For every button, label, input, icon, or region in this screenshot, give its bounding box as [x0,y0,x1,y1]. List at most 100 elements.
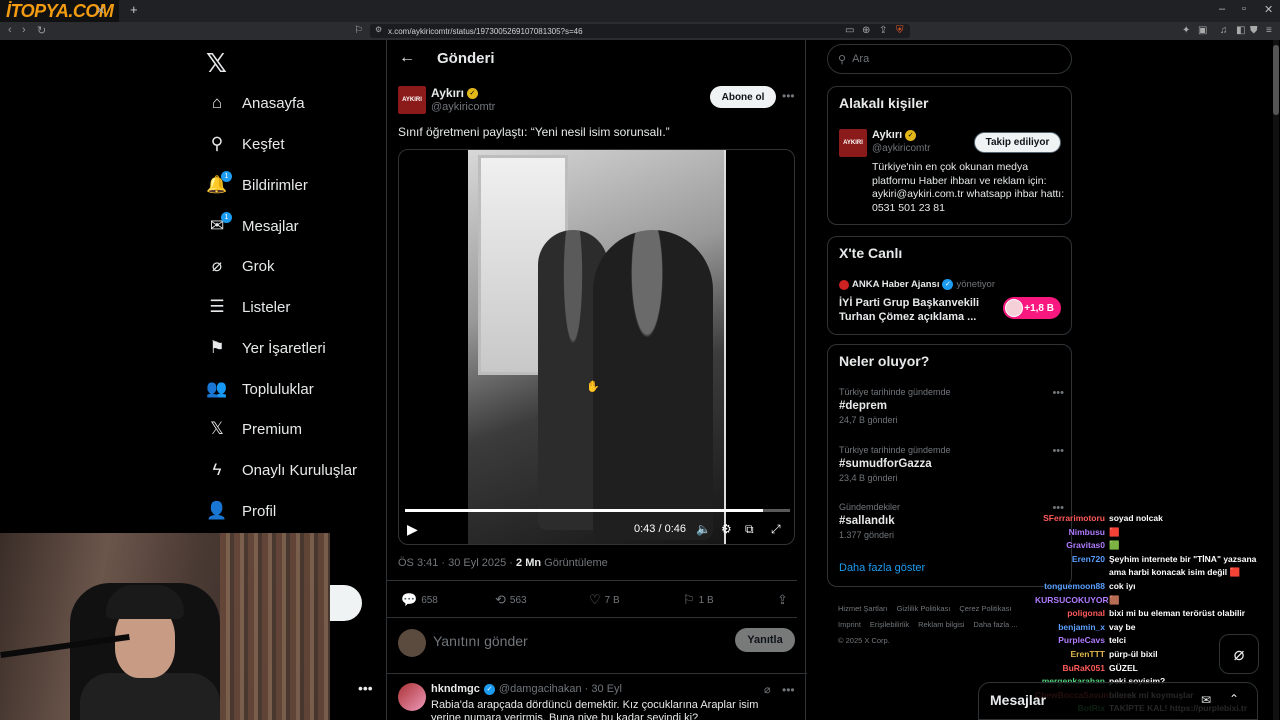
nav-item-label: Grok [242,257,275,275]
footer-link[interactable]: Erişilebilirlik [870,620,909,629]
footer-link[interactable]: Imprint [838,620,861,629]
bookmark-page-icon[interactable]: ⚐ [354,25,363,36]
tweet-text: Sınıf öğretmeni paylaştı: “Yeni nesil is… [398,125,670,139]
footer-link[interactable]: Çerez Politikası [959,604,1011,613]
bookmark-action[interactable]: ⚐ 1 B [683,592,714,608]
footer-link[interactable]: Reklam bilgisi [918,620,964,629]
fullscreen-icon[interactable]: ⤢ [771,522,781,537]
author-avatar[interactable]: AYKIRI [398,86,426,114]
minimize-icon[interactable]: – [1219,3,1225,15]
author-name[interactable]: Aykırı ✓ [431,86,478,100]
account-more-icon[interactable]: ••• [358,680,373,696]
mail-icon: ✉ 1 [206,212,232,236]
page-scrollbar[interactable] [1273,40,1279,720]
trend-item[interactable]: Türkiye tarihinde gündemde #deprem 24,7 B … [839,387,1064,425]
extensions-icon[interactable]: ✦ [1182,25,1190,36]
forward-nav-icon[interactable]: › [22,24,26,36]
share-icon[interactable]: ⇪ [879,25,887,36]
chat-text: 🟩 [1109,540,1120,551]
post-timestamp[interactable]: ÖS 3:41 · 30 Eyl 2025 · [398,557,516,569]
reply-action[interactable]: 💬 658 [401,592,438,608]
pip-icon[interactable]: ⧉ [745,522,754,537]
messages-drawer[interactable]: Mesajlar ✉ ⌃ [978,682,1258,720]
search-input[interactable] [852,53,1053,65]
comment-avatar[interactable] [398,683,426,711]
related-name[interactable]: Aykırı ✓ [872,129,917,141]
menu-icon[interactable]: ≡ [1266,25,1272,36]
author-handle[interactable]: @aykiricomtr [431,101,495,113]
nav-item-premium[interactable]: 𝕏 Premium [206,414,302,444]
settings-icon[interactable]: ⚙ [721,522,732,536]
comment-author[interactable]: hkndmgc [431,683,480,695]
trend-more-icon[interactable]: ••• [1052,387,1064,399]
related-handle[interactable]: @aykiricomtr [872,143,931,154]
video-progress-bar[interactable] [405,509,790,512]
url-bar[interactable]: ⚙ x.com/aykiricomtr/status/1973005269107… [370,24,910,38]
share-action[interactable]: ⇪ [777,592,788,608]
reload-icon[interactable]: ↻ [37,24,46,37]
site-info-icon[interactable]: ⚙ [375,25,382,34]
live-host[interactable]: ANKA Haber Ajansı ✓ yönetiyor [839,279,995,290]
nav-item-mesajlar[interactable]: ✉ 1 Mesajlar [206,211,299,241]
following-button[interactable]: Takip ediliyor [974,132,1061,153]
restore-icon[interactable]: ▫ [1242,3,1246,15]
new-message-icon[interactable]: ✉ [1201,693,1211,707]
live-headline[interactable]: İYİ Parti Grup Başkanvekili Turhan Çömez… [839,296,989,324]
new-tab-icon[interactable]: + [130,2,138,17]
nav-item-onayl-kurulu-lar[interactable]: ϟ Onaylı Kuruluşlar [206,455,358,485]
post-more-icon[interactable]: ••• [782,89,795,103]
show-more-link[interactable]: Daha fazla göster [839,562,925,574]
user-avatar[interactable] [398,629,426,657]
live-listeners-pill[interactable]: +1,8 B [1003,297,1061,319]
trend-item[interactable]: Gündemdekiler #sallandık 1.377 gönderi ••• [839,502,1064,540]
nav-item-ke-fet[interactable]: ⚲ Keşfet [206,129,285,159]
video-player[interactable]: ✋ ▶ 0:43 / 0:46 🔈 ⚙ ⧉ ⤢ [398,149,795,545]
repost-action[interactable]: ⟲ 563 [495,592,527,608]
footer-link[interactable]: Gizlilik Politikası [897,604,951,613]
reader-icon[interactable]: ▭ [845,25,854,36]
back-nav-icon[interactable]: ‹ [8,24,12,36]
x-logo-icon[interactable]: 𝕏 [206,48,227,79]
chat-username: Gravitas0 [1066,540,1105,551]
nav-item-topluluklar[interactable]: 👥 Topluluklar [206,374,313,404]
volume-icon[interactable]: 🔈 [696,522,711,536]
split-icon[interactable]: ◧ [1236,25,1245,36]
search-box[interactable]: ⚲ [827,44,1072,74]
nav-item-yer-i-aretleri[interactable]: ⚑ Yer İşaretleri [206,333,325,363]
post-button[interactable] [330,585,362,621]
grok-button[interactable]: ⌀ [1219,634,1259,674]
media-icon[interactable]: ♫ [1220,25,1228,36]
trend-item[interactable]: Türkiye tarihinde gündemde #sumudforGazza… [839,445,1064,483]
chat-message: PurpleCavs telci [1035,635,1126,645]
expand-icon[interactable]: ⌃ [1229,692,1239,706]
views-label: Görüntüleme [544,557,608,569]
nav-item-grok[interactable]: ⌀ Grok [206,251,275,281]
related-avatar[interactable]: AYKIRI [839,129,867,157]
subscribe-button[interactable]: Abone ol [710,86,776,108]
footer-link[interactable]: Hizmet Şartları [838,604,888,613]
copyright: © 2025 X Corp. [838,636,890,645]
sidebar-icon[interactable]: ▣ [1198,25,1207,36]
comment-more-icon[interactable]: ••• [782,683,795,697]
close-window-icon[interactable]: ✕ [1264,3,1273,16]
nav-item-listeler[interactable]: ☰ Listeler [206,292,290,322]
streamer-body [80,673,220,720]
wallet-icon[interactable]: ⛊ [1250,25,1258,36]
footer-link[interactable]: Daha fazla ... [973,620,1017,629]
nav-item-bildirimler[interactable]: 🔔 1 Bildirimler [206,170,308,200]
nav-item-anasayfa[interactable]: ⌂ Anasayfa [206,88,305,118]
zoom-icon[interactable]: ⊕ [862,25,870,36]
comment-handle[interactable]: @damgacihakan · 30 Eyl [499,683,622,695]
reply-input[interactable]: Yanıtını gönder [433,633,528,649]
brave-shield-icon[interactable]: ⛨ [896,25,904,36]
close-tab-icon[interactable]: ✕ [96,4,105,17]
reply-button[interactable]: Yanıtla [735,628,795,652]
verified-gold-icon: ✓ [466,87,478,99]
back-arrow-icon[interactable]: ← [399,49,415,67]
play-icon[interactable]: ▶ [407,521,418,538]
nav-item-profil[interactable]: 👤 Profil [206,496,276,526]
grok-explain-icon[interactable]: ⌀ [764,683,771,696]
trend-more-icon[interactable]: ••• [1052,445,1064,457]
like-action[interactable]: ♡ 7 B [589,592,620,608]
scrollbar-thumb[interactable] [1273,45,1279,115]
